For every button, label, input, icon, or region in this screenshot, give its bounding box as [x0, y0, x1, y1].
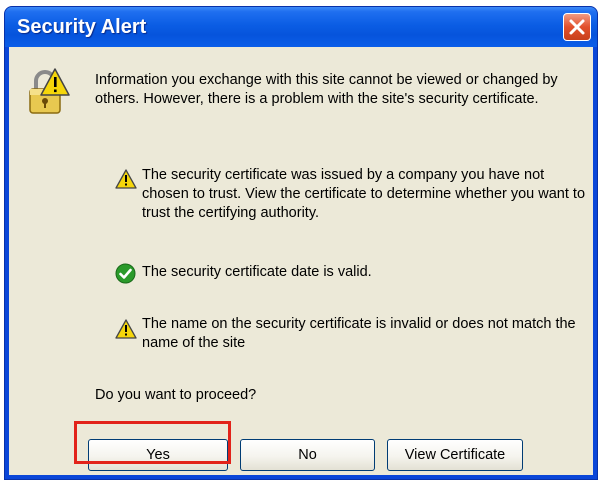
yes-button-highlight	[74, 421, 231, 464]
warning-icon	[115, 169, 137, 189]
dialog-body: Information you exchange with this site …	[9, 47, 593, 475]
close-button[interactable]	[563, 13, 591, 41]
title-bar[interactable]: Security Alert	[5, 7, 597, 47]
item-date-valid: The security certificate date is valid.	[142, 264, 372, 280]
item-untrusted-issuer: The security certificate was issued by a…	[142, 167, 586, 221]
check-icon	[115, 263, 136, 284]
no-button-label: No	[298, 447, 317, 463]
no-button[interactable]: No	[240, 439, 375, 471]
close-icon	[569, 19, 585, 35]
view-certificate-button[interactable]: View Certificate	[387, 439, 523, 471]
lock-warning-icon	[29, 68, 70, 114]
intro-text: Information you exchange with this site …	[95, 72, 558, 107]
view-certificate-button-label: View Certificate	[404, 447, 506, 463]
proceed-prompt: Do you want to proceed?	[95, 387, 257, 403]
item-name-invalid: The name on the security certificate is …	[142, 316, 576, 351]
dialog-title: Security Alert	[17, 16, 147, 38]
warning-icon	[115, 319, 137, 339]
security-alert-dialog: Security Alert Information you exchange …	[4, 6, 598, 480]
